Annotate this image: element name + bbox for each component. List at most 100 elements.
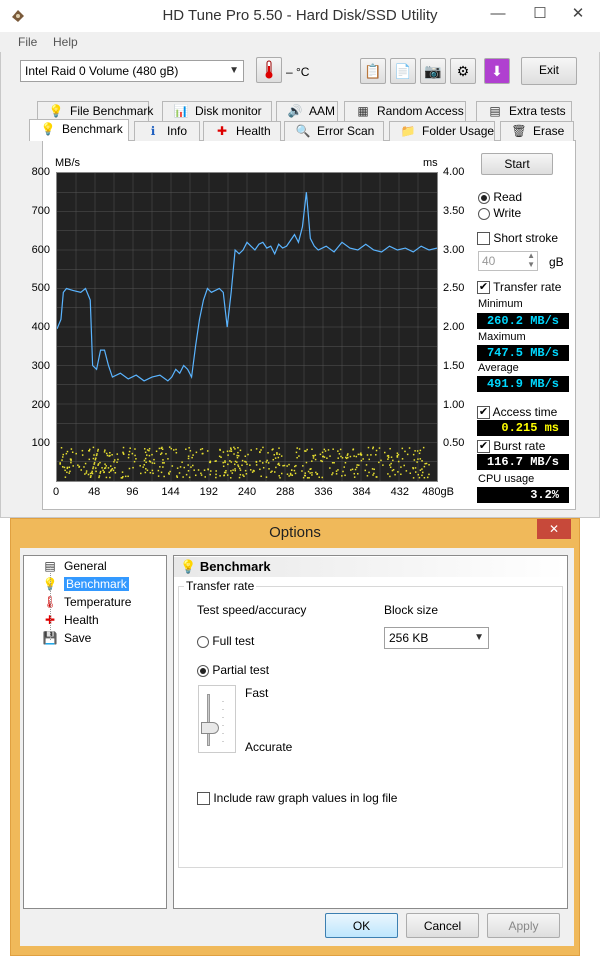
access-time-point: [230, 448, 232, 451]
minimize-button[interactable]: —: [476, 0, 520, 30]
access-time-point: [239, 473, 242, 476]
options-button[interactable]: ⚙: [450, 58, 476, 84]
access-time-point: [95, 467, 97, 469]
access-time-point: [373, 468, 375, 471]
slider-thumb[interactable]: [201, 722, 219, 734]
access-time-point: [412, 477, 415, 479]
access-time-point: [279, 477, 281, 479]
access-time-point: [319, 453, 322, 456]
access-time-point: [251, 471, 254, 473]
tab-aam[interactable]: 🔊 AAM: [276, 101, 338, 121]
access-time-point: [426, 476, 429, 479]
partial-test-radio[interactable]: Partial test: [197, 663, 269, 677]
access-time-point: [219, 448, 221, 451]
tab-benchmark[interactable]: 💡 Benchmark: [29, 119, 129, 141]
access-time-point: [95, 470, 97, 473]
access-time-point: [69, 470, 71, 473]
read-radio[interactable]: Read: [478, 190, 522, 204]
temperature-button[interactable]: [256, 57, 282, 83]
access-time-point: [375, 454, 377, 456]
copy-text-button[interactable]: 📋: [360, 58, 386, 84]
tree-item-general[interactable]: ▤ General: [42, 558, 106, 576]
menu-help[interactable]: Help: [53, 35, 78, 49]
ok-button[interactable]: OK: [325, 913, 398, 938]
access-time-point: [62, 453, 65, 456]
tab-info[interactable]: ℹ Info: [134, 121, 200, 141]
tab-file-benchmark[interactable]: 💡 File Benchmark: [37, 101, 153, 121]
accuracy-slider[interactable]: ------: [198, 685, 236, 753]
access-time-point: [233, 463, 236, 466]
access-time-point: [327, 449, 330, 451]
tab-random-access[interactable]: ▦ Random Access: [344, 101, 466, 121]
access-time-point: [335, 473, 338, 475]
tab-error-scan[interactable]: 🔍 Error Scan: [284, 121, 384, 141]
access-time-point: [262, 466, 265, 469]
access-time-point: [103, 467, 106, 470]
copy-image-button[interactable]: 📄: [390, 58, 416, 84]
y-tick-label: 800: [31, 166, 50, 178]
options-panel-header: 💡 Benchmark: [174, 557, 567, 577]
burst-rate-checkbox[interactable]: ✔ Burst rate: [477, 439, 546, 454]
exit-button[interactable]: Exit: [521, 57, 577, 85]
save-button[interactable]: ⬇: [484, 58, 510, 84]
access-time-point: [282, 464, 284, 467]
access-time-point: [105, 452, 108, 455]
chevron-down-icon: ▼: [229, 65, 239, 76]
access-time-point: [72, 465, 74, 467]
short-stroke-input[interactable]: 40 ▲ ▼: [478, 251, 538, 271]
access-time-point: [116, 461, 118, 463]
access-time-checkbox[interactable]: ✔ Access time: [477, 405, 557, 420]
access-time-point: [255, 464, 258, 466]
menu-file[interactable]: File: [18, 35, 37, 49]
access-time-point: [146, 449, 149, 451]
access-time-point: [353, 455, 355, 457]
access-time-point: [277, 462, 280, 465]
spin-arrows-icon[interactable]: ▲ ▼: [527, 251, 535, 269]
access-time-point: [286, 465, 288, 467]
tab-health[interactable]: ✚ Health: [203, 121, 281, 141]
start-button[interactable]: Start: [481, 153, 553, 175]
write-radio[interactable]: Write: [478, 206, 521, 220]
tab-erase[interactable]: 🗑 Erase: [500, 121, 574, 141]
include-raw-checkbox[interactable]: Include raw graph values in log file: [197, 791, 397, 806]
access-time-point: [220, 456, 222, 458]
short-stroke-checkbox[interactable]: Short stroke: [477, 231, 558, 246]
access-time-point: [97, 450, 99, 452]
burst-rate-label: Burst rate: [493, 439, 546, 453]
tab-folder-usage[interactable]: 📁 Folder Usage: [389, 121, 495, 141]
access-time-point: [210, 470, 212, 472]
transfer-rate-checkbox[interactable]: ✔ Transfer rate: [477, 280, 561, 295]
access-time-point: [236, 461, 238, 463]
access-time-point: [189, 450, 192, 452]
access-time-point: [245, 461, 247, 463]
block-size-select[interactable]: 256 KB ▼: [384, 627, 489, 649]
access-time-point: [175, 451, 178, 454]
access-time-point: [70, 461, 72, 464]
access-time-point: [114, 471, 117, 474]
access-time-point: [176, 467, 179, 469]
tree-item-temperature[interactable]: 🌡 Temperature: [42, 594, 131, 612]
y2-axis-unit: ms: [423, 157, 438, 169]
close-button[interactable]: ✕: [556, 0, 600, 30]
read-radio-dot: [478, 191, 490, 204]
random-access-icon: ▦: [357, 104, 369, 118]
full-test-radio[interactable]: Full test: [197, 634, 254, 648]
maximum-label: Maximum: [478, 331, 526, 343]
drive-select[interactable]: Intel Raid 0 Volume (480 gB) ▼: [20, 60, 244, 82]
y2-tick-label: 4.00: [443, 166, 465, 178]
access-time-point: [425, 462, 428, 465]
tab-extra-tests[interactable]: ▤ Extra tests: [476, 101, 572, 121]
cancel-button[interactable]: Cancel: [406, 913, 479, 938]
access-time-point: [61, 466, 64, 468]
tree-item-benchmark[interactable]: 💡 Benchmark: [42, 576, 129, 594]
access-time-point: [127, 456, 130, 459]
access-time-point: [353, 472, 356, 475]
options-close-button[interactable]: ✕: [537, 519, 571, 539]
screenshot-button[interactable]: 📷: [420, 58, 446, 84]
tab-disk-monitor[interactable]: 📊 Disk monitor: [162, 101, 272, 121]
file-benchmark-icon: 💡: [48, 104, 64, 118]
access-time-point: [262, 446, 264, 449]
access-time-point: [109, 451, 111, 454]
access-time-point: [294, 472, 297, 475]
apply-button[interactable]: Apply: [487, 913, 560, 938]
